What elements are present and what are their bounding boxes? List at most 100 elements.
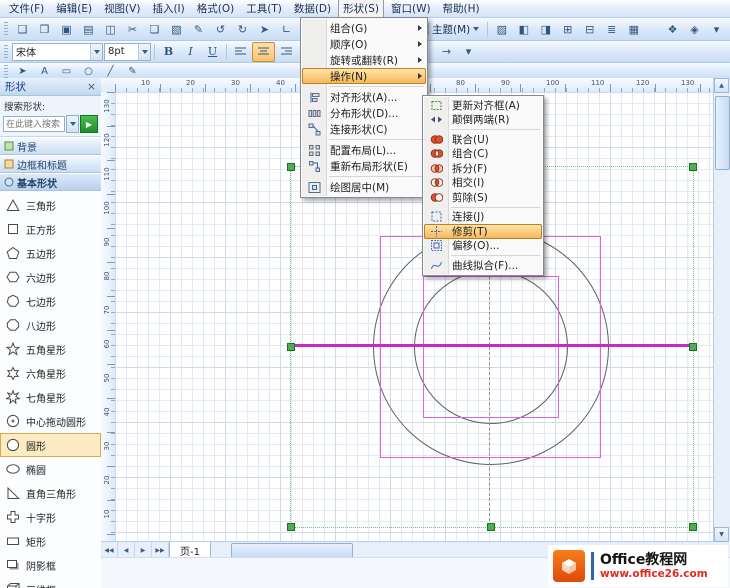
align-left-button[interactable] — [230, 43, 251, 61]
redo-icon[interactable]: ↻ — [232, 20, 253, 38]
font-combo[interactable]: 宋体 — [12, 43, 103, 61]
chevron-down-icon[interactable] — [90, 44, 102, 60]
more-options-icon[interactable]: ▾ — [458, 43, 479, 61]
close-icon[interactable]: × — [85, 80, 98, 93]
shape-item-pentagon[interactable]: 五边形 — [0, 241, 101, 265]
submenu-item-union[interactable]: 联合(U) — [424, 132, 542, 147]
scroll-up-icon[interactable]: ▲ — [714, 78, 729, 93]
shape-item-hexagon[interactable]: 六边形 — [0, 265, 101, 289]
shape-item-triangle[interactable]: 三角形 — [0, 193, 101, 217]
align-shapes-icon[interactable]: ≣ — [601, 20, 622, 38]
submenu-item-intersect[interactable]: 相交(I) — [424, 176, 542, 191]
selection-handle[interactable] — [689, 523, 697, 531]
submenu-item-offset[interactable]: 偏移(O)... — [424, 239, 542, 254]
first-page-button[interactable]: ◀◀ — [101, 542, 118, 558]
menu-item-configure-layout[interactable]: 配置布局(L)... — [302, 142, 426, 158]
submenu-item-trim[interactable]: 修剪(T) — [424, 224, 542, 239]
vertical-scrollbar[interactable]: ▲ ▼ — [713, 78, 730, 542]
align-right-button[interactable] — [276, 43, 297, 61]
menu-window[interactable]: 窗口(W) — [386, 0, 436, 18]
copy-icon[interactable]: ❏ — [144, 20, 165, 38]
shape-item-center-drag-circle[interactable]: 中心拖动圆形 — [0, 409, 101, 433]
stencil-basic-shapes[interactable]: 基本形状 — [0, 173, 101, 191]
rectangle-tool-icon[interactable]: ▭ — [56, 65, 77, 79]
open-file-icon[interactable]: ❒ — [34, 20, 55, 38]
line-ends-icon[interactable]: → — [436, 43, 457, 61]
toolbar-grip[interactable] — [4, 45, 8, 59]
print-preview-icon[interactable]: ◫ — [100, 20, 121, 38]
submenu-item-join[interactable]: 连接(J) — [424, 210, 542, 225]
page-tab[interactable]: 页-1 — [169, 542, 211, 558]
menu-item-center-drawing[interactable]: 绘图居中(M) — [302, 179, 426, 195]
last-page-button[interactable]: ▶▶ — [152, 542, 169, 558]
save-icon[interactable]: ▣ — [56, 20, 77, 38]
shape-item-star6[interactable]: 六角星形 — [0, 361, 101, 385]
ellipse-tool-icon[interactable]: ○ — [78, 65, 99, 79]
snap-glue-icon[interactable]: ◈ — [684, 20, 705, 38]
menu-file[interactable]: 文件(F) — [4, 0, 49, 18]
search-go-button[interactable]: ▶ — [80, 115, 98, 133]
cut-icon[interactable]: ✂ — [122, 20, 143, 38]
pointer-tool-icon[interactable]: ➤ — [12, 65, 33, 79]
submenu-item-combine[interactable]: 组合(C) — [424, 147, 542, 162]
italic-button[interactable]: I — [180, 43, 201, 61]
format-painter-icon[interactable]: ✎ — [188, 20, 209, 38]
menu-item-order[interactable]: 顺序(O) — [302, 36, 426, 52]
shape-item-square[interactable]: 正方形 — [0, 217, 101, 241]
shape-item-star7[interactable]: 七角星形 — [0, 385, 101, 409]
scroll-down-icon[interactable]: ▼ — [714, 527, 729, 542]
submenu-item-fragment[interactable]: 拆分(F) — [424, 161, 542, 176]
menu-edit[interactable]: 编辑(E) — [51, 0, 97, 18]
menu-item-group[interactable]: 组合(G) — [302, 20, 426, 36]
layers-icon[interactable]: ▦ — [623, 20, 644, 38]
menu-item-align-shapes[interactable]: 对齐形状(A)... — [302, 89, 426, 105]
submenu-item-reverse-ends[interactable]: 颠倒两端(R) — [424, 113, 542, 128]
shape-item-star5[interactable]: 五角星形 — [0, 337, 101, 361]
undo-icon[interactable]: ↺ — [210, 20, 231, 38]
shape-item-cross[interactable]: 十字形 — [0, 505, 101, 529]
drawing-explorer-icon[interactable]: ❖ — [662, 20, 683, 38]
menu-insert[interactable]: 插入(I) — [147, 0, 189, 18]
stencil-backgrounds[interactable]: 背景 — [0, 137, 101, 155]
shape-item-3d-box[interactable]: 三维框 — [0, 577, 101, 588]
bring-to-front-icon[interactable]: ◧ — [513, 20, 534, 38]
next-page-button[interactable]: ▶ — [135, 542, 152, 558]
align-center-button[interactable] — [252, 42, 275, 62]
horizontal-line-shape[interactable] — [290, 344, 692, 347]
stencil-borders-titles[interactable]: 边框和标题 — [0, 155, 101, 173]
pencil-tool-icon[interactable]: ✎ — [122, 65, 143, 79]
previous-page-button[interactable]: ◀ — [118, 542, 135, 558]
font-size-combo[interactable]: 8pt — [104, 43, 151, 61]
chevron-down-icon[interactable] — [66, 115, 79, 133]
menu-format[interactable]: 格式(O) — [192, 0, 239, 18]
selection-handle[interactable] — [287, 343, 295, 351]
connector-tool-icon[interactable]: ∟ — [276, 20, 297, 38]
submenu-item-subtract[interactable]: 剪除(S) — [424, 190, 542, 205]
menu-item-rotate-flip[interactable]: 旋转或翻转(R) — [302, 52, 426, 68]
group-icon[interactable]: ⊞ — [557, 20, 578, 38]
new-document-icon[interactable]: ❑ — [12, 20, 33, 38]
menu-item-distribute-shapes[interactable]: 分布形状(D)... — [302, 105, 426, 121]
selection-handle[interactable] — [287, 163, 295, 171]
print-icon[interactable]: ▤ — [78, 20, 99, 38]
toolbar-grip[interactable] — [4, 22, 8, 36]
menu-view[interactable]: 视图(V) — [99, 0, 145, 18]
menu-item-operations[interactable]: 操作(N) — [302, 68, 426, 84]
horizontal-scroll-thumb[interactable] — [231, 543, 353, 558]
menu-help[interactable]: 帮助(H) — [438, 0, 485, 18]
ungroup-icon[interactable]: ⊟ — [579, 20, 600, 38]
menu-tools[interactable]: 工具(T) — [241, 0, 287, 18]
pointer-tool-icon[interactable]: ➤ — [254, 20, 275, 38]
selection-handle[interactable] — [689, 343, 697, 351]
shape-item-heptagon[interactable]: 七边形 — [0, 289, 101, 313]
paste-icon[interactable]: ▧ — [166, 20, 187, 38]
shape-item-circle[interactable]: 圆形 — [0, 433, 101, 457]
menu-item-connect-shapes[interactable]: 连接形状(C) — [302, 121, 426, 137]
menu-shape[interactable]: 形状(S) — [338, 0, 384, 18]
menu-item-relayout-shapes[interactable]: 重新布局形状(E) — [302, 158, 426, 174]
inner-square-shape[interactable] — [423, 276, 559, 418]
toolbar-options-icon[interactable]: ▾ — [706, 20, 727, 38]
line-tool-icon[interactable]: ╱ — [100, 65, 121, 79]
submenu-item-fit-curve[interactable]: 曲线拟合(F)... — [424, 258, 542, 273]
send-to-back-icon[interactable]: ◨ — [535, 20, 556, 38]
